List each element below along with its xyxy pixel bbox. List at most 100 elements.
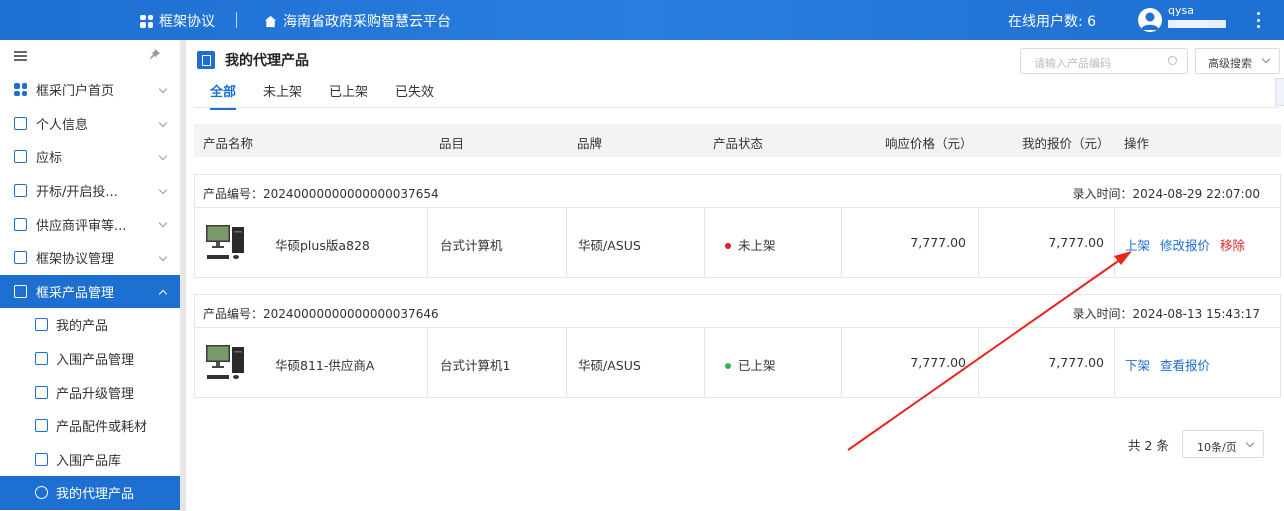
upgrade-icon bbox=[35, 385, 48, 399]
my-price: 7,777.00 bbox=[1048, 355, 1104, 370]
page-size-select[interactable]: 10条/页 bbox=[1182, 430, 1264, 458]
table-row: 华硕811-供应商A 台式计算机1 华硕/ASUS 已上架 7,777.00 7… bbox=[195, 328, 1280, 397]
menu-toggle-icon[interactable] bbox=[14, 51, 27, 61]
sidebar-item-bid-opening[interactable]: 开标/开启投... bbox=[0, 174, 180, 208]
grid-icon bbox=[14, 83, 27, 97]
table-header: 产品名称 品目 品牌 产品状态 响应价格（元） 我的报价（元） 操作 bbox=[194, 124, 1281, 157]
column-header: 品目 bbox=[439, 136, 465, 151]
advanced-search-label: 高级搜索 bbox=[1208, 57, 1252, 70]
remove-link[interactable]: 移除 bbox=[1220, 238, 1245, 253]
product-group: 产品编号：20240000000000000037654 录入时间：2024-0… bbox=[194, 174, 1281, 278]
list-product-link[interactable]: 上架 bbox=[1125, 238, 1150, 253]
column-header: 产品状态 bbox=[713, 136, 764, 151]
tab-expired[interactable]: 已失效 bbox=[395, 81, 434, 110]
platform-name: 海南省政府采购智慧云平台 bbox=[283, 14, 451, 30]
product-search-icon bbox=[35, 318, 48, 332]
page-header: 我的代理产品 bbox=[197, 50, 309, 70]
sidebar-scrollbar[interactable] bbox=[181, 40, 186, 511]
user-icon bbox=[1141, 12, 1159, 30]
sidebar-subitem-my-agency-products[interactable]: 我的代理产品 bbox=[0, 476, 180, 510]
row-actions: 下架 查看报价 bbox=[1125, 355, 1220, 374]
main-content: 我的代理产品 请输入产品编码 高级搜索 全部 未上架 已上架 已失效 产品名称 … bbox=[188, 40, 1284, 511]
sidebar-item-portal-home[interactable]: 框采门户首页 bbox=[0, 73, 180, 107]
search-icon[interactable] bbox=[1168, 56, 1177, 65]
view-quote-link[interactable]: 查看报价 bbox=[1160, 358, 1210, 373]
product-name[interactable]: 华硕811-供应商A bbox=[275, 355, 374, 374]
document-icon bbox=[197, 51, 215, 69]
sidebar-subitem-upgrade-management[interactable]: 产品升级管理 bbox=[0, 375, 180, 409]
product-group-header: 产品编号：20240000000000000037654 录入时间：2024-0… bbox=[195, 175, 1280, 208]
column-header: 响应价格（元） bbox=[885, 136, 973, 151]
document-icon bbox=[14, 150, 27, 164]
brand-cell: 华硕/ASUS bbox=[567, 328, 705, 397]
search-placeholder: 请输入产品编码 bbox=[1034, 57, 1111, 70]
sidebar-item-personal-info[interactable]: 个人信息 bbox=[0, 107, 180, 141]
sidebar-subitem-label: 产品升级管理 bbox=[56, 386, 135, 402]
page-size-value: 10条/页 bbox=[1197, 441, 1237, 454]
app-brand[interactable]: 框架协议 bbox=[140, 11, 215, 31]
top-bar: 框架协议 海南省政府采购智慧云平台 在线用户数: 6 qysa bbox=[0, 0, 1284, 40]
chevron-down-icon bbox=[1245, 438, 1255, 448]
entry-time: 录入时间：2024-08-29 22:07:00 bbox=[1072, 187, 1260, 201]
column-header: 产品名称 bbox=[203, 136, 254, 151]
sidebar-item-bidding[interactable]: 应标 bbox=[0, 140, 180, 174]
category-cell: 台式计算机1 bbox=[428, 328, 567, 397]
product-group-header: 产品编号：20240000000000000037646 录入时间：2024-0… bbox=[195, 295, 1280, 328]
category: 台式计算机 bbox=[440, 238, 503, 253]
category-cell: 台式计算机 bbox=[428, 208, 567, 277]
sidebar-item-product-management[interactable]: 框采产品管理 bbox=[0, 274, 180, 309]
divider bbox=[236, 12, 237, 28]
sidebar-item-label: 框架协议管理 bbox=[36, 252, 115, 268]
product-group: 产品编号：20240000000000000037646 录入时间：2024-0… bbox=[194, 294, 1281, 398]
side-drawer-handle[interactable] bbox=[1275, 78, 1284, 106]
sidebar-item-label: 开标/开启投... bbox=[36, 185, 118, 201]
product-name[interactable]: 华硕plus版a828 bbox=[275, 235, 370, 254]
product-name-cell: 华硕plus版a828 bbox=[195, 208, 428, 277]
edit-quote-link[interactable]: 修改报价 bbox=[1160, 238, 1210, 253]
brand: 华硕/ASUS bbox=[578, 238, 641, 253]
sidebar-subitem-accessories[interactable]: 产品配件或耗材 bbox=[0, 409, 180, 443]
delist-product-link[interactable]: 下架 bbox=[1125, 358, 1150, 373]
accessory-icon bbox=[35, 419, 48, 433]
more-menu-icon[interactable] bbox=[1250, 10, 1266, 30]
brand-cell: 华硕/ASUS bbox=[567, 208, 705, 277]
pagination-total: 共 2 条 bbox=[1128, 438, 1169, 453]
advanced-search-button[interactable]: 高级搜索 bbox=[1195, 48, 1280, 74]
sidebar-item-label: 框采门户首页 bbox=[36, 84, 115, 100]
sidebar-item-supplier-review[interactable]: 供应商评审等... bbox=[0, 207, 180, 241]
sidebar-subitem-my-products[interactable]: 我的产品 bbox=[0, 308, 180, 342]
tab-listed[interactable]: 已上架 bbox=[329, 81, 368, 110]
sidebar-subitem-label: 产品配件或耗材 bbox=[56, 420, 148, 436]
sidebar-item-agreement-management[interactable]: 框架协议管理 bbox=[0, 241, 180, 275]
my-price-cell: 7,777.00 bbox=[979, 328, 1115, 397]
platform-link[interactable]: 海南省政府采购智慧云平台 bbox=[264, 11, 451, 31]
table-row: 华硕plus版a828 台式计算机 华硕/ASUS 未上架 7,777.00 7… bbox=[195, 208, 1280, 277]
sidebar-subitem-shortlisted-management[interactable]: 入围产品管理 bbox=[0, 342, 180, 376]
row-actions: 上架 修改报价 移除 bbox=[1125, 235, 1255, 254]
document-icon bbox=[14, 184, 27, 198]
grid-icon bbox=[140, 14, 153, 28]
sidebar-item-label: 个人信息 bbox=[36, 117, 89, 133]
response-price-cell: 7,777.00 bbox=[842, 208, 979, 277]
chevron-down-icon bbox=[158, 252, 168, 262]
sidebar-subitem-product-library[interactable]: 入围产品库 bbox=[0, 443, 180, 477]
online-users: 在线用户数: 6 bbox=[1008, 14, 1097, 30]
pin-icon[interactable] bbox=[148, 48, 161, 65]
response-price: 7,777.00 bbox=[910, 355, 966, 370]
username[interactable]: qysa bbox=[1168, 4, 1194, 17]
column-header: 我的报价（元） bbox=[1022, 136, 1110, 151]
avatar[interactable] bbox=[1138, 8, 1162, 32]
sidebar-item-label: 框采产品管理 bbox=[36, 285, 115, 301]
sidebar-subitem-label: 入围产品库 bbox=[56, 453, 122, 469]
response-price: 7,777.00 bbox=[910, 235, 966, 250]
tab-not-listed[interactable]: 未上架 bbox=[263, 81, 302, 110]
product-name-cell: 华硕811-供应商A bbox=[195, 328, 428, 397]
monitor-icon bbox=[14, 217, 27, 231]
product-code-search-input[interactable]: 请输入产品编码 bbox=[1020, 48, 1188, 74]
status-badge: 已上架 bbox=[725, 355, 776, 374]
agreement-icon bbox=[14, 251, 27, 265]
status-cell: 已上架 bbox=[705, 328, 842, 397]
tab-all[interactable]: 全部 bbox=[210, 81, 237, 110]
response-price-cell: 7,777.00 bbox=[842, 328, 979, 397]
home-icon bbox=[264, 15, 277, 27]
